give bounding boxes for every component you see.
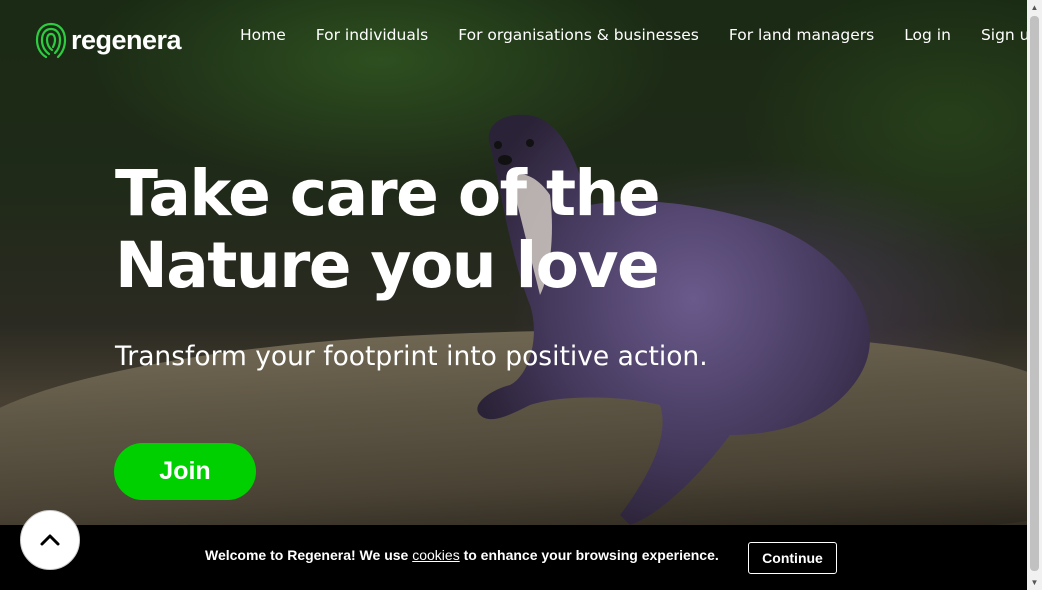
main-menu: Home For individuals For organisations &… (240, 26, 1027, 44)
cookie-text-before: Welcome to Regenera! We use (205, 547, 413, 563)
scroll-up-arrow-icon[interactable]: ▲ (1027, 0, 1042, 15)
continue-button[interactable]: Continue (748, 542, 837, 574)
hero-headline: Take care of the Nature you love (115, 157, 661, 302)
hero-section: regenera Home For individuals For organi… (0, 0, 1027, 590)
headline-line-2: Nature you love (115, 229, 660, 302)
join-button[interactable]: Join (114, 443, 256, 500)
cookie-message: Welcome to Regenera! We use cookies to e… (205, 547, 719, 563)
cookies-link[interactable]: cookies (412, 547, 459, 563)
nav-sign-up[interactable]: Sign up (981, 26, 1027, 44)
top-navigation: regenera Home For individuals For organi… (0, 0, 1027, 80)
hero-subtitle: Transform your footprint into positive a… (115, 341, 708, 372)
scrollbar-thumb[interactable] (1030, 16, 1039, 571)
fingerprint-logo-icon (35, 22, 67, 59)
cookie-text-after: to enhance your browsing experience. (459, 547, 719, 563)
nav-home[interactable]: Home (240, 26, 286, 44)
chevron-up-icon (40, 534, 60, 546)
nav-log-in[interactable]: Log in (904, 26, 951, 44)
brand-name: regenera (71, 24, 182, 55)
cookie-banner: Welcome to Regenera! We use cookies to e… (0, 525, 1027, 590)
scroll-to-top-button[interactable] (20, 510, 80, 570)
headline-line-1: Take care of the (115, 157, 661, 230)
nav-for-organisations[interactable]: For organisations & businesses (458, 26, 699, 44)
nav-for-land-managers[interactable]: For land managers (729, 26, 874, 44)
nav-for-individuals[interactable]: For individuals (316, 26, 428, 44)
brand-logo[interactable]: regenera (34, 20, 182, 60)
scroll-down-arrow-icon[interactable]: ▼ (1027, 575, 1042, 590)
page-scrollbar[interactable]: ▲ ▼ (1027, 0, 1042, 590)
